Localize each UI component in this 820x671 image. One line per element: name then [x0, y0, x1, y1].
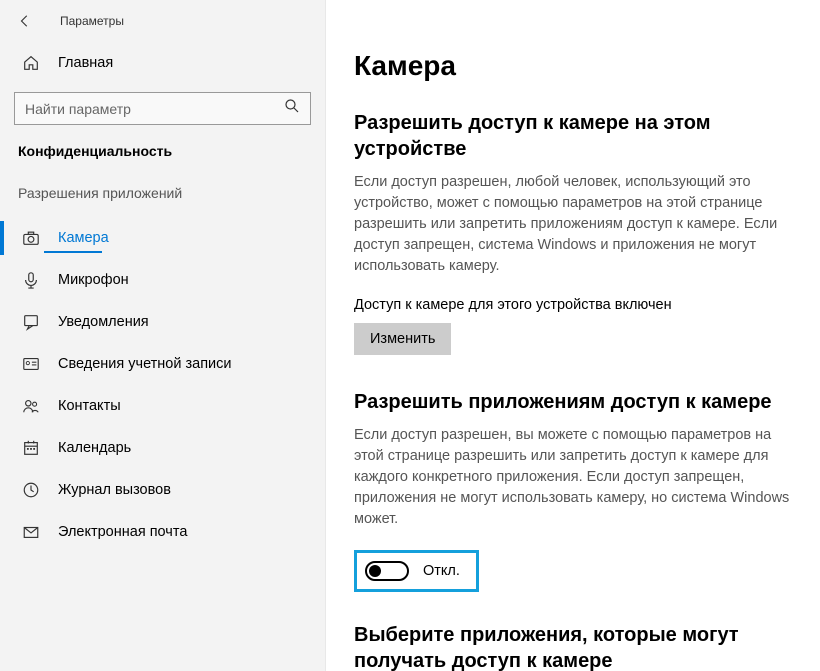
section2-title: Разрешить приложениям доступ к камере [354, 389, 792, 415]
sidebar-item-notifications[interactable]: Уведомления [0, 301, 325, 343]
email-icon [22, 523, 40, 541]
sidebar-item-account-info[interactable]: Сведения учетной записи [0, 343, 325, 385]
sidebar-item-label: Журнал вызовов [58, 482, 171, 498]
sidebar-item-call-history[interactable]: Журнал вызовов [0, 469, 325, 511]
home-icon [22, 54, 40, 72]
sidebar-item-contacts[interactable]: Контакты [0, 385, 325, 427]
call-history-icon [22, 481, 40, 499]
change-button[interactable]: Изменить [354, 323, 451, 355]
window-title: Параметры [60, 14, 124, 28]
section3-title: Выберите приложения, которые могут получ… [354, 622, 792, 671]
nav-home-label: Главная [58, 55, 113, 71]
apps-access-toggle[interactable] [365, 561, 409, 581]
search-input[interactable] [25, 101, 284, 117]
section1-desc: Если доступ разрешен, любой человек, исп… [354, 172, 792, 277]
search-box[interactable] [14, 92, 311, 125]
sidebar-item-label: Электронная почта [58, 524, 187, 540]
sidebar-item-microphone[interactable]: Микрофон [0, 259, 325, 301]
notifications-icon [22, 313, 40, 331]
sidebar-item-label: Сведения учетной записи [58, 356, 232, 372]
toggle-knob [369, 565, 381, 577]
toggle-state-label: Откл. [423, 563, 460, 579]
sidebar-item-label: Микрофон [58, 272, 129, 288]
sidebar-item-label: Уведомления [58, 314, 149, 330]
category-label: Конфиденциальность [0, 143, 325, 185]
nav-home[interactable]: Главная [0, 40, 325, 86]
calendar-icon [22, 439, 40, 457]
apps-access-toggle-highlight: Откл. [354, 550, 479, 592]
subheader-label: Разрешения приложений [0, 185, 325, 217]
search-icon [284, 98, 300, 119]
titlebar: Параметры [0, 0, 325, 40]
account-info-icon [22, 355, 40, 373]
device-access-status: Доступ к камере для этого устройства вкл… [354, 297, 792, 313]
sidebar-item-camera[interactable]: Камера [0, 217, 325, 259]
sidebar-item-label: Камера [58, 230, 109, 246]
main-content: Камера Разрешить доступ к камере на этом… [326, 0, 820, 671]
camera-icon [22, 229, 40, 247]
sidebar-item-email[interactable]: Электронная почта [0, 511, 325, 553]
section2-desc: Если доступ разрешен, вы можете с помощь… [354, 425, 792, 530]
search-container [14, 92, 311, 125]
sidebar-item-label: Календарь [58, 440, 131, 456]
nav-list: Камера Микрофон Уведомления Сведения уче… [0, 217, 325, 553]
page-title: Камера [354, 50, 792, 82]
section1-title: Разрешить доступ к камере на этом устрой… [354, 110, 792, 162]
sidebar-item-label: Контакты [58, 398, 121, 414]
sidebar-item-calendar[interactable]: Календарь [0, 427, 325, 469]
contacts-icon [22, 397, 40, 415]
back-arrow-icon[interactable] [18, 14, 32, 28]
sidebar: Параметры Главная Конфиденциальность Раз… [0, 0, 326, 671]
microphone-icon [22, 271, 40, 289]
